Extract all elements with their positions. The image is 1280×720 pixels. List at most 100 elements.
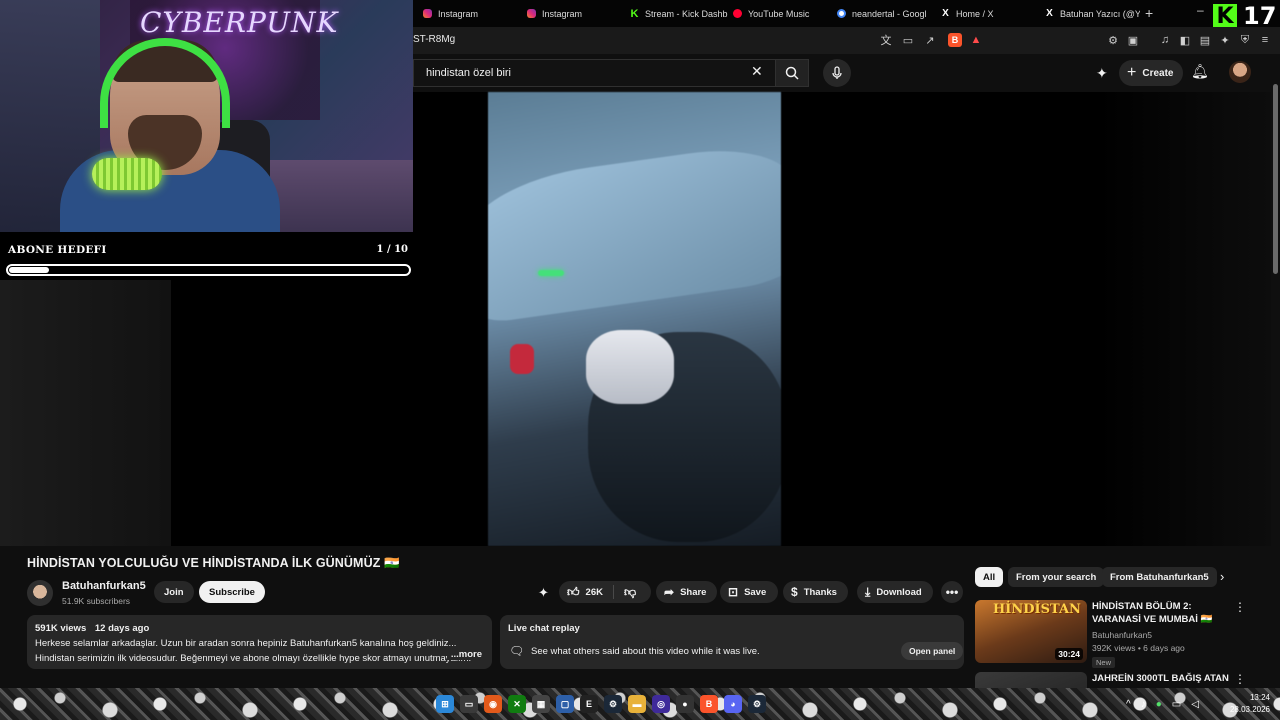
media-icon[interactable]: ♫ bbox=[1158, 33, 1172, 47]
more-vertical-icon[interactable]: ⋮ bbox=[1234, 672, 1246, 686]
clock-time: 13:24 bbox=[1249, 693, 1270, 702]
video-frame[interactable] bbox=[488, 92, 781, 546]
xbox-icon[interactable]: ✕ bbox=[508, 695, 526, 713]
more-vertical-icon[interactable]: ⋮ bbox=[1234, 600, 1246, 614]
recommendation-thumbnail[interactable]: HİNDİSTAN 30:24 bbox=[975, 600, 1087, 663]
screenshot-icon[interactable]: ▣ bbox=[1126, 33, 1140, 47]
epic-games-icon[interactable]: E bbox=[580, 695, 598, 713]
new-tab-button[interactable]: + bbox=[1145, 5, 1153, 21]
task-view-icon[interactable]: ▭ bbox=[460, 695, 478, 713]
browser-tab[interactable]: Instagram bbox=[423, 0, 523, 27]
recommendation-item[interactable]: HİNDİSTAN 30:24 HİNDİSTAN BÖLÜM 2: VARAN… bbox=[975, 600, 1265, 668]
thanks-button[interactable]: $ Thanks bbox=[783, 581, 848, 603]
like-button[interactable]: 👍︎ 26K bbox=[559, 585, 614, 599]
leo-ai-icon[interactable]: ✦ bbox=[1218, 33, 1232, 47]
create-label: Create bbox=[1142, 67, 1174, 79]
scrollbar-thumb[interactable] bbox=[1273, 84, 1278, 274]
browser-tab[interactable]: neandertal - Googl bbox=[837, 0, 937, 27]
goal-label: ABONE HEDEFI bbox=[8, 244, 107, 256]
app-icon[interactable]: ▦ bbox=[532, 695, 550, 713]
brave-rewards-icon[interactable]: ▲ bbox=[969, 33, 983, 47]
browser-tab[interactable]: K Stream - Kick Dashb bbox=[630, 0, 730, 27]
obs-icon[interactable]: ● bbox=[676, 695, 694, 713]
steam-icon[interactable]: ⚙ bbox=[604, 695, 622, 713]
open-panel-button[interactable]: Open panel bbox=[901, 642, 964, 660]
vpn-icon[interactable]: ⛨ bbox=[1238, 33, 1252, 47]
windows-start-icon[interactable]: ⊞ bbox=[436, 695, 454, 713]
video-player[interactable] bbox=[413, 92, 1271, 546]
discord-icon[interactable]: ◕ bbox=[724, 695, 742, 713]
download-icon: ⤓ bbox=[865, 584, 871, 599]
speaker-icon[interactable]: ♪ bbox=[1141, 699, 1146, 710]
notifications-bell-icon[interactable]: 🔔︎ bbox=[1191, 63, 1209, 80]
clear-search-icon[interactable]: ✕ bbox=[751, 63, 763, 80]
browser-tab[interactable]: YouTube Music bbox=[733, 0, 833, 27]
file-explorer-icon[interactable]: ▬ bbox=[628, 695, 646, 713]
join-button[interactable]: Join bbox=[154, 581, 194, 603]
chat-bubble-icon: 🗨︎ bbox=[509, 644, 525, 658]
origin-icon[interactable]: ◉ bbox=[484, 695, 502, 713]
brave-shields-icon[interactable]: B bbox=[948, 33, 962, 47]
chevron-up-icon[interactable]: ^ bbox=[1126, 699, 1131, 710]
sidebar-icon[interactable]: ◧ bbox=[1178, 33, 1192, 47]
page-scrollbar[interactable] bbox=[1271, 54, 1280, 546]
chip-all[interactable]: All bbox=[975, 567, 1004, 587]
share-button[interactable]: ➦ Share bbox=[656, 581, 718, 603]
webcam-feed: CYBERPUNK bbox=[0, 0, 413, 232]
volume-icon[interactable]: ◁ bbox=[1191, 699, 1199, 710]
dislike-button[interactable]: 👎︎ bbox=[614, 585, 646, 600]
description-line: Herkese selamlar arkadaşlar. Uzun bir ar… bbox=[35, 638, 457, 649]
share-page-icon[interactable]: ↗ bbox=[923, 33, 937, 47]
system-clock[interactable]: 13:24 28.03.2026 bbox=[1230, 692, 1270, 716]
kick-viewer-count: 17 bbox=[1243, 2, 1277, 30]
description-line: Hindistan serimizin ilk videosudur. Beğe… bbox=[35, 653, 472, 664]
tab-label: Instagram bbox=[438, 8, 479, 19]
create-button[interactable]: + Create bbox=[1119, 60, 1184, 86]
browser-tab[interactable]: X Home / X bbox=[941, 0, 1041, 27]
steam-icon[interactable]: ⚙ bbox=[748, 695, 766, 713]
recommendation-channel[interactable]: Batuhanfurkan5 bbox=[1092, 630, 1152, 640]
channel-name[interactable]: Batuhanfurkan5 bbox=[62, 580, 146, 592]
url-text[interactable]: ST-R8Mg bbox=[413, 34, 455, 45]
ai-sparkle-icon[interactable]: ✦ bbox=[1096, 65, 1108, 82]
ask-ai-icon[interactable]: ✦ bbox=[538, 585, 549, 601]
app-icon[interactable]: ◎ bbox=[652, 695, 670, 713]
search-box[interactable] bbox=[413, 59, 775, 87]
search-input[interactable] bbox=[426, 67, 726, 79]
wallet-icon[interactable]: ▤ bbox=[1198, 33, 1212, 47]
browser-tab[interactable]: X Batuhan Yazıcı (@Ya bbox=[1045, 0, 1140, 27]
search-button[interactable] bbox=[775, 59, 809, 87]
browser-tab[interactable]: Instagram bbox=[527, 0, 627, 27]
app-icon[interactable]: ▢ bbox=[556, 695, 574, 713]
account-avatar[interactable] bbox=[1229, 61, 1251, 83]
microphone-tray-icon[interactable]: ● bbox=[1156, 699, 1162, 710]
more-actions-button[interactable]: ••• bbox=[941, 581, 963, 603]
save-button[interactable]: ⊡ Save bbox=[720, 581, 779, 603]
share-icon: ➦ bbox=[664, 585, 675, 599]
chip-from-search[interactable]: From your search bbox=[1008, 567, 1105, 587]
extensions-icon[interactable]: ⚙ bbox=[1106, 33, 1120, 47]
x-icon: X bbox=[1046, 8, 1053, 19]
download-button[interactable]: ⤓ Download bbox=[857, 581, 933, 603]
voice-search-button[interactable] bbox=[823, 59, 851, 87]
minimize-icon[interactable]: – bbox=[1197, 3, 1204, 17]
subscribe-button[interactable]: Subscribe bbox=[199, 581, 265, 603]
x-icon: X bbox=[942, 8, 949, 19]
recommendation-item[interactable]: JAHREİN 3000TL BAĞIŞ ATAN ⋮ bbox=[975, 672, 1265, 688]
menu-icon[interactable]: ≡ bbox=[1258, 33, 1272, 47]
cast-icon[interactable]: ▭ bbox=[901, 33, 915, 47]
recommendation-title[interactable]: HİNDİSTAN BÖLÜM 2: VARANASİ VE MUMBAİ 🇮🇳 bbox=[1092, 600, 1232, 626]
network-icon[interactable]: ▭ bbox=[1172, 699, 1181, 710]
recommendation-title[interactable]: JAHREİN 3000TL BAĞIŞ ATAN bbox=[1092, 672, 1232, 685]
recommendation-thumbnail[interactable] bbox=[975, 672, 1087, 688]
channel-avatar[interactable] bbox=[27, 580, 53, 606]
translate-icon[interactable]: 文 bbox=[879, 33, 893, 47]
brave-browser-icon[interactable]: B bbox=[700, 695, 718, 713]
browser-tab-bar: Instagram Instagram K Stream - Kick Dashb Yo… bbox=[413, 0, 1280, 30]
recommendation-meta: 392K views • 6 days ago bbox=[1092, 643, 1185, 653]
video-title: HİNDİSTAN YOLCULUĞU VE HİNDİSTANDA İLK G… bbox=[27, 556, 400, 570]
description-box[interactable]: 591K views 12 days ago Herkese selamlar … bbox=[27, 615, 492, 669]
chip-from-channel[interactable]: From Batuhanfurkan5 bbox=[1102, 567, 1217, 587]
chevron-right-icon[interactable]: › bbox=[1220, 569, 1224, 584]
show-more-link[interactable]: ...more bbox=[446, 649, 482, 660]
